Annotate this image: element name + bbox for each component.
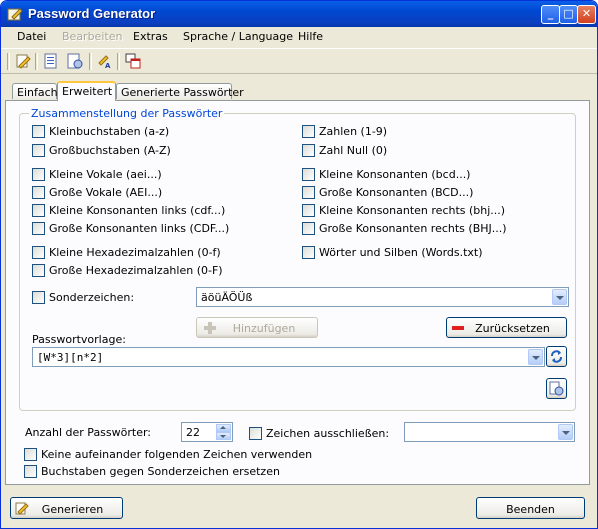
special-chars-value: äöüÄÖÜß xyxy=(201,291,253,304)
windows-icon[interactable] xyxy=(125,53,141,69)
exclude-chars-combo[interactable] xyxy=(404,422,575,442)
checkbox-no-consecutive[interactable] xyxy=(24,448,37,461)
quit-button[interactable]: Beenden xyxy=(476,497,585,519)
maximize-button[interactable]: □ xyxy=(559,5,578,24)
label-special-chars: Sonderzeichen: xyxy=(49,291,135,304)
menu-language[interactable]: Sprache / Language xyxy=(183,30,293,43)
label-small-consonants: Kleine Konsonanten (bcd...) xyxy=(319,168,471,181)
checkbox-small-vowels[interactable] xyxy=(32,168,45,181)
checkbox-small-consonants-right[interactable] xyxy=(302,204,315,217)
checkbox-big-consonants-left[interactable] xyxy=(32,222,45,235)
refresh-icon xyxy=(551,350,562,363)
app-key-icon xyxy=(7,8,23,21)
label-zero: Zahl Null (0) xyxy=(319,144,388,157)
label-small-vowels: Kleine Vokale (aei...) xyxy=(49,168,162,181)
label-small-hex: Kleine Hexadezimalzahlen (0-f) xyxy=(49,246,221,259)
title-bar[interactable]: Password Generator _ □ ✕ xyxy=(1,1,597,27)
menu-extras[interactable]: Extras xyxy=(133,30,168,43)
label-no-consecutive: Keine aufeinander folgenden Zeichen verw… xyxy=(41,448,313,461)
checkbox-small-hex[interactable] xyxy=(32,246,45,259)
label-numbers: Zahlen (1-9) xyxy=(319,125,388,138)
document-list-icon[interactable] xyxy=(43,53,59,69)
window-title: Password Generator xyxy=(28,6,156,21)
checkbox-replace-letters[interactable] xyxy=(24,465,37,478)
menu-bar: Datei Bearbeiten Extras Sprache / Langua… xyxy=(1,28,597,47)
checkbox-words-syllables[interactable] xyxy=(302,246,315,259)
menu-file[interactable]: Datei xyxy=(17,30,46,43)
password-generator-window: Password Generator _ □ ✕ Datei Bearbeite… xyxy=(0,0,598,529)
close-button[interactable]: ✕ xyxy=(577,5,596,24)
menu-help[interactable]: Hilfe xyxy=(298,30,323,43)
special-chars-combo[interactable]: äöüÄÖÜß xyxy=(196,287,569,307)
reset-button[interactable]: Zurücksetzen xyxy=(446,317,567,338)
toolbar: A xyxy=(1,48,597,74)
minimize-button[interactable]: _ xyxy=(541,5,560,24)
add-button[interactable]: Hinzufügen xyxy=(196,317,318,338)
toolbar-separator xyxy=(117,53,120,70)
menu-edit[interactable]: Bearbeiten xyxy=(62,30,122,43)
label-big-hex: Große Hexadezimalzahlen (0-F) xyxy=(49,264,223,277)
label-big-consonants: Große Konsonanten (BCD...) xyxy=(319,186,474,199)
label-words-syllables: Wörter und Silben (Words.txt) xyxy=(319,246,483,259)
document-settings-icon xyxy=(549,381,564,396)
chevron-down-icon[interactable] xyxy=(528,349,543,365)
toolbar-grip xyxy=(7,53,10,70)
label-replace-letters: Buchstaben gegen Sonderzeichen ersetzen xyxy=(41,465,280,478)
font-icon[interactable]: A xyxy=(97,53,113,69)
label-password-count: Anzahl der Passwörter: xyxy=(25,426,152,439)
refresh-template-button[interactable] xyxy=(546,346,567,367)
label-big-consonants-left: Große Konsonanten links (CDF...) xyxy=(49,222,230,235)
label-big-consonants-right: Große Konsonanten rechts (BHJ...) xyxy=(319,222,507,235)
chevron-down-icon[interactable] xyxy=(558,424,573,440)
label-small-consonants-left: Kleine Konsonanten links (cdf...) xyxy=(49,204,226,217)
spinner-up-icon[interactable] xyxy=(216,424,231,432)
tab-simple-label: Einfach xyxy=(17,86,58,99)
tab-advanced[interactable]: Erweitert xyxy=(57,81,116,101)
password-template-combo[interactable]: [W*3][n*2] xyxy=(32,347,545,367)
spinner-down-icon[interactable] xyxy=(216,432,231,440)
checkbox-numbers[interactable] xyxy=(302,125,315,138)
label-lowercase: Kleinbuchstaben (a-z) xyxy=(49,125,170,138)
checkbox-exclude-chars[interactable] xyxy=(249,427,262,440)
generate-button-label: Generieren xyxy=(41,503,104,516)
checkbox-lowercase[interactable] xyxy=(32,125,45,138)
checkbox-big-consonants-right[interactable] xyxy=(302,222,315,235)
label-uppercase: Großbuchstaben (A-Z) xyxy=(49,144,171,157)
tab-strip: Einfach Erweitert Generierte Passwörter xyxy=(1,81,597,101)
chevron-down-icon[interactable] xyxy=(552,289,567,305)
toolbar-separator xyxy=(35,53,38,70)
quit-button-label: Beenden xyxy=(506,503,555,516)
label-small-consonants-right: Kleine Konsonanten rechts (bhj...) xyxy=(319,204,506,217)
toolbar-separator xyxy=(89,53,92,70)
add-button-label: Hinzufügen xyxy=(232,322,296,335)
composition-group-title: Zusammenstellung der Passwörter xyxy=(29,107,225,120)
checkbox-special-chars[interactable] xyxy=(32,291,45,304)
checkbox-zero[interactable] xyxy=(302,144,315,157)
label-password-template: Passwortvorlage: xyxy=(32,333,126,346)
checkbox-uppercase[interactable] xyxy=(32,144,45,157)
checkbox-big-consonants[interactable] xyxy=(302,186,315,199)
label-exclude-chars: Zeichen ausschließen: xyxy=(266,427,390,440)
edit-icon[interactable] xyxy=(15,53,31,69)
label-big-vowels: Große Vokale (AEI...) xyxy=(49,186,163,199)
tab-simple[interactable]: Einfach xyxy=(12,83,58,99)
password-template-value: [W*3][n*2] xyxy=(37,351,104,364)
password-count-spinner[interactable]: 22 xyxy=(181,422,233,442)
document-settings-icon[interactable] xyxy=(67,53,83,69)
reset-button-label: Zurücksetzen xyxy=(475,322,550,335)
password-count-value: 22 xyxy=(186,426,200,439)
checkbox-small-consonants[interactable] xyxy=(302,168,315,181)
tab-generated-label: Generierte Passwörter xyxy=(121,86,244,99)
checkbox-small-consonants-left[interactable] xyxy=(32,204,45,217)
checkbox-big-vowels[interactable] xyxy=(32,186,45,199)
generate-button[interactable]: Generieren xyxy=(10,497,123,519)
checkbox-big-hex[interactable] xyxy=(32,264,45,277)
template-settings-button[interactable] xyxy=(546,378,567,399)
svg-text:A: A xyxy=(105,62,111,69)
tab-generated-passwords[interactable]: Generierte Passwörter xyxy=(116,83,244,99)
tab-advanced-label: Erweitert xyxy=(62,85,113,98)
